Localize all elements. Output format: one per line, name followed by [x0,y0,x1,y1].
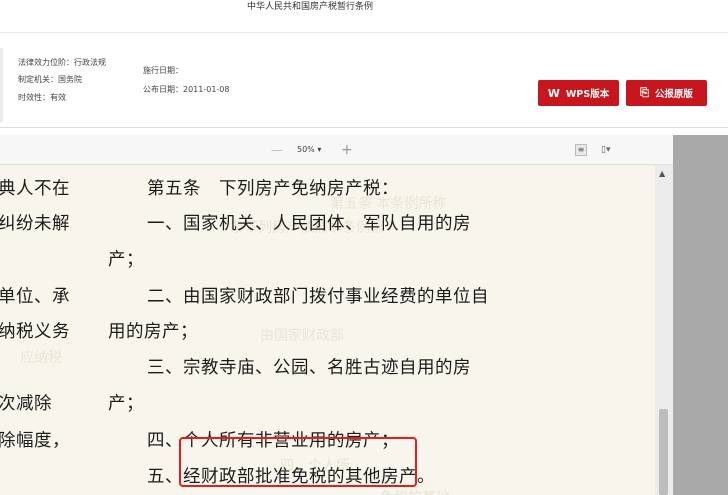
left-column-line: 单位、承 [0,287,70,307]
wps-logo-icon: W [547,86,560,100]
clause-line: 产； [108,394,144,414]
validity-status: 时效性：有效 [18,93,66,102]
clause-line: 用的房产； [108,322,198,342]
original-gazette-label: 公报原版 [654,89,693,100]
bookmark-menu-button[interactable]: ▯▾ [601,144,610,156]
page-title: 中华人民共和国房产税暂行条例 [246,2,373,12]
zoom-in-button[interactable]: + [341,135,353,165]
vertical-scrollbar[interactable]: ▲ [655,165,673,495]
clause-line: 二、由国家财政部门拨付事业经费的单位自 [147,287,489,307]
issuing-authority: 制定机关：国务院 [18,75,82,84]
scroll-up-icon[interactable]: ▲ [659,169,665,178]
viewer-background [673,135,728,495]
pdf-icon: ⎘ [640,86,649,99]
panel-edge [0,48,3,122]
document-page: 第五条 本条例所称 条下列房产依照本条例第 由国家财政部 应纳税 四、个人所 免… [0,165,655,495]
left-column-line: 纳税义务 [0,322,70,342]
effective-date: 施行日期： [143,66,183,75]
zoom-out-button[interactable]: — [271,135,283,165]
zoom-select[interactable]: 50% ▾ [297,135,321,165]
scrollbar-thumb[interactable] [659,409,668,495]
header-divider [0,32,728,33]
wps-version-label: WPS版本 [565,89,610,100]
highlight-box [179,437,417,487]
page-view-icon[interactable]: ≡ [575,144,587,156]
clause-line: 三、宗教寺庙、公园、名胜古迹自用的房 [147,358,471,378]
left-column-line: 纠纷未解 [0,214,70,234]
left-column-line: 次减除 [0,394,52,414]
panel-divider [0,127,728,128]
clause-line: 一、国家机关、人民团体、军队自用的房 [147,214,471,234]
left-column-line: 除幅度， [0,431,70,451]
original-gazette-button[interactable]: ⎘ 公报原版 [626,80,707,106]
viewer-toolbar: — 50% ▾ + ≡ ▯▾ [0,135,673,165]
document-viewer: — 50% ▾ + ≡ ▯▾ 第五条 本条例所称 条下列房产依照本条例第 由国家… [0,135,728,495]
effect-level: 法律效力位阶：行政法规 [18,58,106,67]
wps-version-button[interactable]: W WPS版本 [538,80,619,106]
clause-line: 产； [108,250,144,270]
article-heading: 第五条 下列房产免纳房产税： [147,179,399,199]
left-column-line: 典人不在 [0,179,70,199]
publish-date: 公布日期：2011-01-08 [143,85,230,94]
metadata-panel: 法律效力位阶：行政法规 制定机关：国务院 时效性：有效 施行日期： 公布日期：2… [0,48,728,123]
